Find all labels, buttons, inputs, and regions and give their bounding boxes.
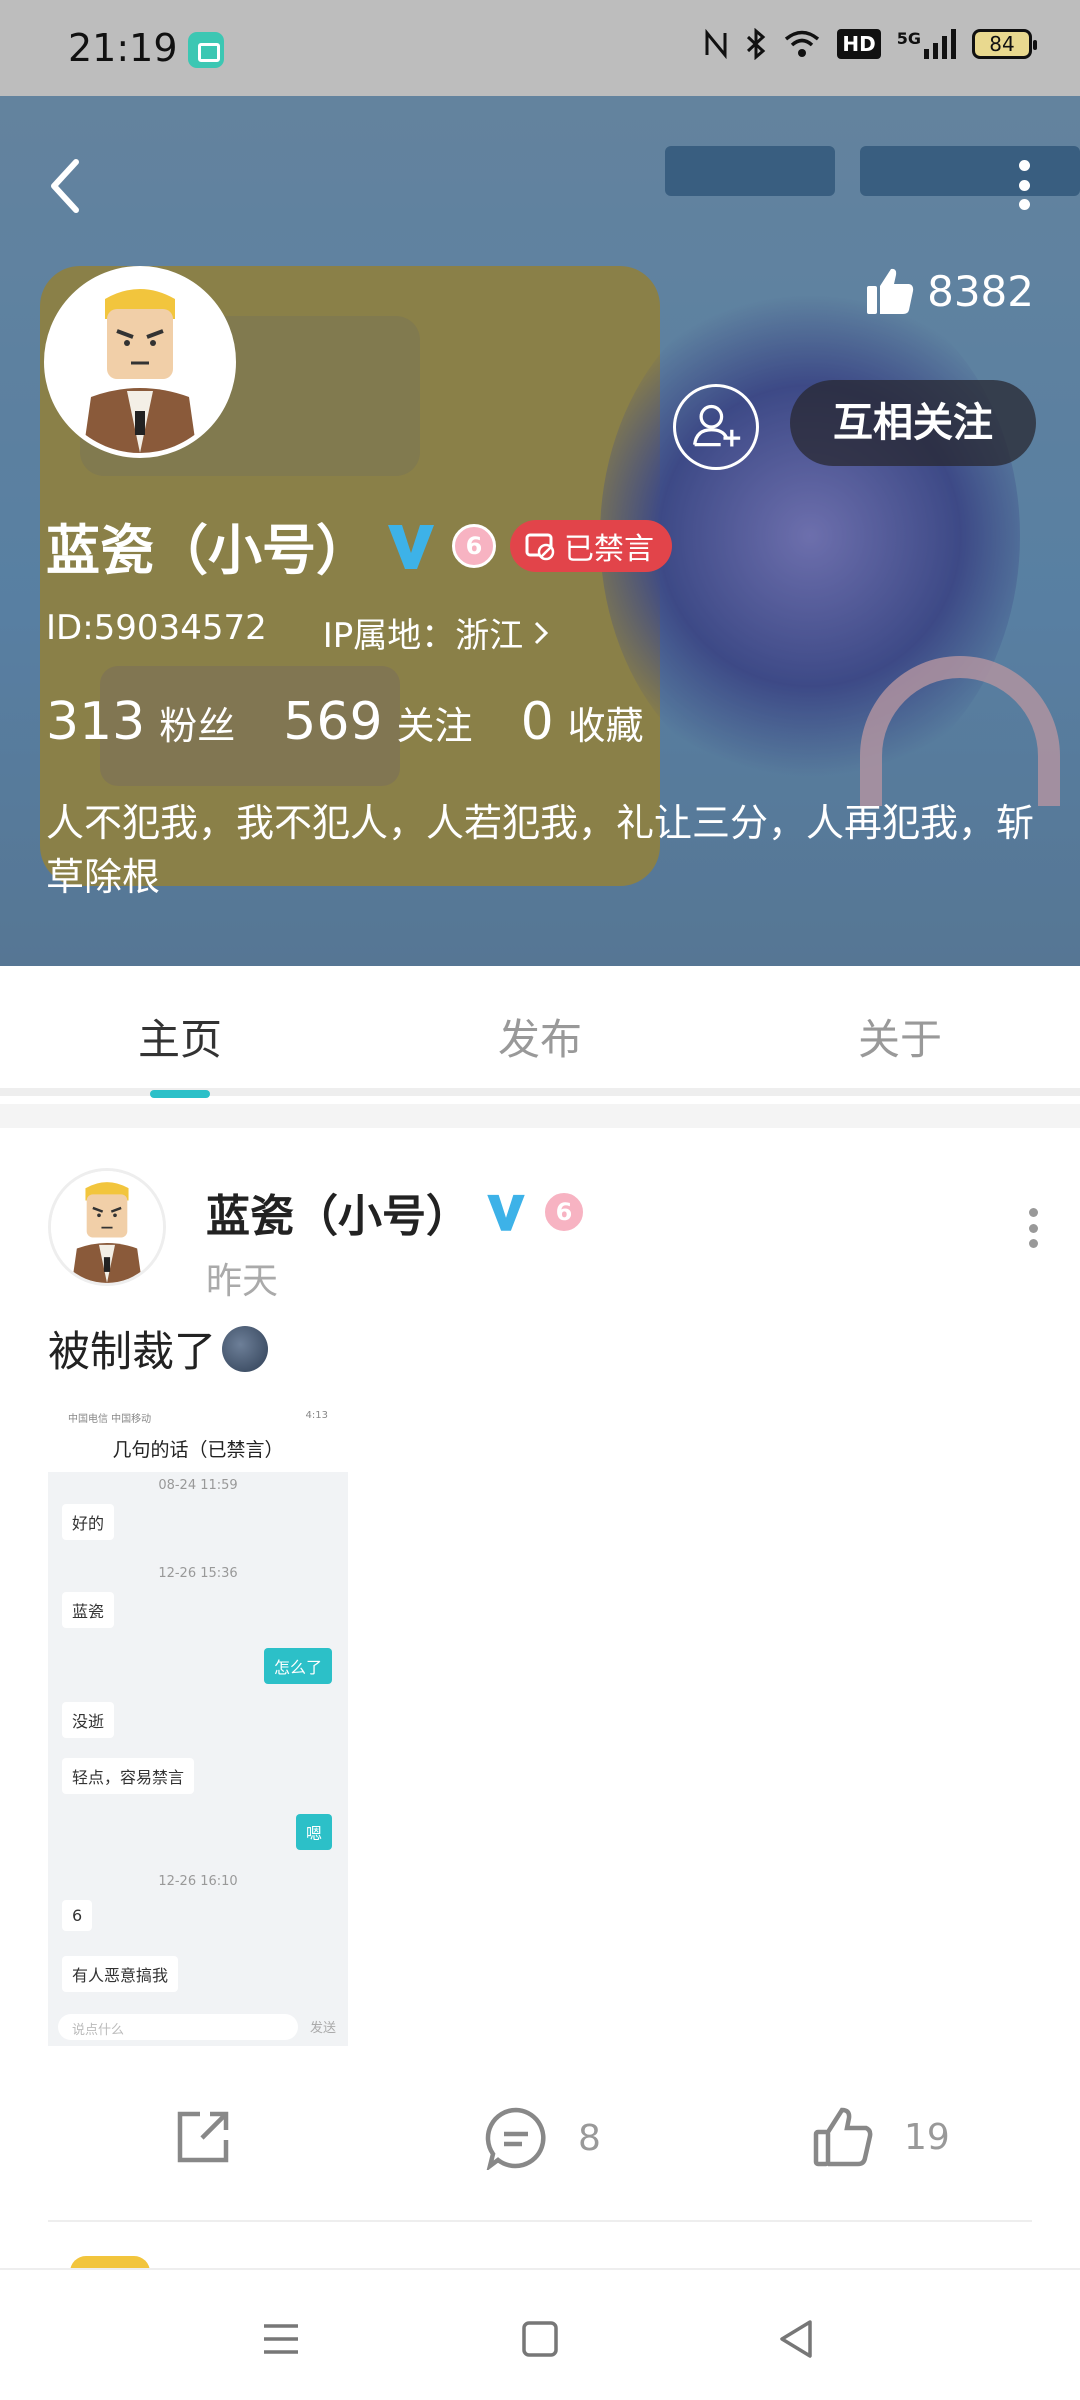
post-image[interactable]: 中国电信 中国移动 4:13 几句的话（已禁言） 08-24 11:59 好的 … (48, 1406, 348, 2046)
favorites-count[interactable]: 0 (521, 692, 554, 752)
back-icon[interactable] (46, 156, 86, 216)
home-icon[interactable] (515, 2314, 565, 2364)
share-icon (177, 2111, 229, 2163)
image-chat-bubble: 好的 (62, 1504, 115, 1540)
profile-header: 8382 互相关注 蓝瓷（小号） 6 已禁言 ID:59034572 IP属地：… (0, 96, 1080, 966)
comment-icon (485, 2107, 546, 2170)
following-count[interactable]: 569 (283, 692, 382, 752)
post-author-name[interactable]: 蓝瓷（小号） (206, 1180, 470, 1244)
bluetooth-icon (747, 28, 766, 60)
tab-home[interactable]: 主页 (138, 1006, 222, 1067)
section-divider (0, 1104, 1080, 1128)
user-id: ID:59034572 (46, 608, 267, 648)
system-nav-bar (0, 2268, 1080, 2400)
comment-count: 8 (578, 2117, 601, 2159)
image-chat-input: 说点什么 (58, 2014, 298, 2040)
status-bar: 21:19 HD 5G 84 (0, 0, 1080, 96)
verified-v-icon (388, 524, 434, 569)
post-actions: 8 19 (0, 2086, 1080, 2186)
follow-button[interactable]: 互相关注 (790, 380, 1036, 466)
followers-count[interactable]: 313 (46, 692, 145, 752)
avatar-image (49, 271, 231, 453)
user-bio: 人不犯我，我不犯人，人若犯我，礼让三分，人再犯我，斩草除根 (46, 801, 1035, 899)
like-button[interactable]: 19 (812, 2106, 950, 2168)
banned-badge: 已禁言 (510, 519, 672, 572)
more-icon[interactable] (1014, 160, 1034, 210)
menu-icon[interactable] (256, 2314, 306, 2364)
profile-likes: 8382 (865, 266, 1034, 316)
add-friend-icon[interactable] (673, 384, 759, 470)
status-time: 21:19 (68, 26, 178, 70)
ip-location[interactable]: IP属地：浙江 (323, 608, 550, 657)
image-chat-bubble: 有人恶意搞我 (62, 1956, 179, 1992)
name-row: 蓝瓷（小号） 6 已禁言 (46, 506, 672, 585)
image-chat-bubble: 轻点，容易禁言 (62, 1758, 195, 1794)
level-badge-icon: 6 (542, 1190, 586, 1234)
chevron-right-icon (535, 621, 549, 644)
thumb-up-icon (867, 268, 914, 314)
post-more-icon[interactable] (1026, 1208, 1040, 1248)
image-chat-bubble: 怎么了 (263, 1648, 332, 1684)
image-chat-time: 12-26 15:36 (158, 1566, 238, 1581)
like-count: 19 (904, 2116, 950, 2158)
battery-indicator: 84 (972, 29, 1037, 59)
user-name: 蓝瓷（小号） (46, 519, 370, 582)
image-chat-bubble: 没逝 (62, 1702, 115, 1738)
image-chat-bubble: 蓝瓷 (62, 1592, 115, 1628)
post-divider (48, 2220, 1032, 2222)
moon-emoji-icon (222, 1325, 269, 1372)
network-label: 5G (897, 29, 956, 59)
id-row: ID:59034572 IP属地：浙江 (46, 608, 549, 657)
back-triangle-icon[interactable] (772, 2314, 822, 2364)
avatar-image (51, 1171, 163, 1283)
image-chat-bubble: 嗯 (295, 1814, 332, 1850)
wifi-icon (785, 30, 820, 57)
thumb-up-icon (813, 2107, 873, 2167)
avatar[interactable] (44, 266, 236, 458)
share-button[interactable] (172, 2106, 234, 2168)
likes-count: 8382 (927, 266, 1034, 316)
image-chat-bubble: 6 (62, 1900, 93, 1931)
nfc-icon (705, 29, 727, 59)
post-time: 昨天 (206, 1261, 279, 1302)
post-author-row: 蓝瓷（小号） 6 (206, 1180, 586, 1244)
status-icons: HD 5G 84 (703, 28, 1037, 60)
image-chat-time: 08-24 11:59 (158, 1478, 238, 1493)
hd-badge: HD (837, 29, 881, 59)
signal-icon (924, 29, 956, 59)
profile-stats: 313 粉丝 569 关注 0 收藏 (46, 692, 692, 752)
image-chat-send: 发送 (309, 2021, 336, 2036)
verified-v-icon (487, 1194, 525, 1231)
app-notification-icon (188, 32, 224, 68)
post-card: 蓝瓷（小号） 6 昨天 被制裁了 中国电信 中国移动 4:13 几句的话（已禁言… (0, 1128, 1080, 2272)
favorites-label[interactable]: 收藏 (568, 695, 644, 750)
profile-tabs: 主页 发布 关于 (0, 966, 1080, 1098)
following-label[interactable]: 关注 (397, 695, 473, 750)
followers-label[interactable]: 粉丝 (159, 695, 235, 750)
post-avatar[interactable] (48, 1168, 166, 1286)
tab-about[interactable]: 关于 (858, 1006, 942, 1067)
tab-indicator (150, 1090, 210, 1098)
post-text: 被制裁了 (48, 1318, 269, 1379)
banned-label: 已禁言 (564, 531, 654, 567)
image-chat-time: 12-26 16:10 (158, 1874, 238, 1889)
level-badge-icon: 6 (452, 523, 496, 568)
tab-posts[interactable]: 发布 (498, 1006, 582, 1067)
banned-icon (525, 533, 555, 560)
comment-button[interactable]: 8 (484, 2106, 601, 2170)
image-chat-title: 几句的话（已禁言） (48, 1428, 348, 1472)
image-status-bar: 中国电信 中国移动 4:13 (48, 1406, 348, 1428)
